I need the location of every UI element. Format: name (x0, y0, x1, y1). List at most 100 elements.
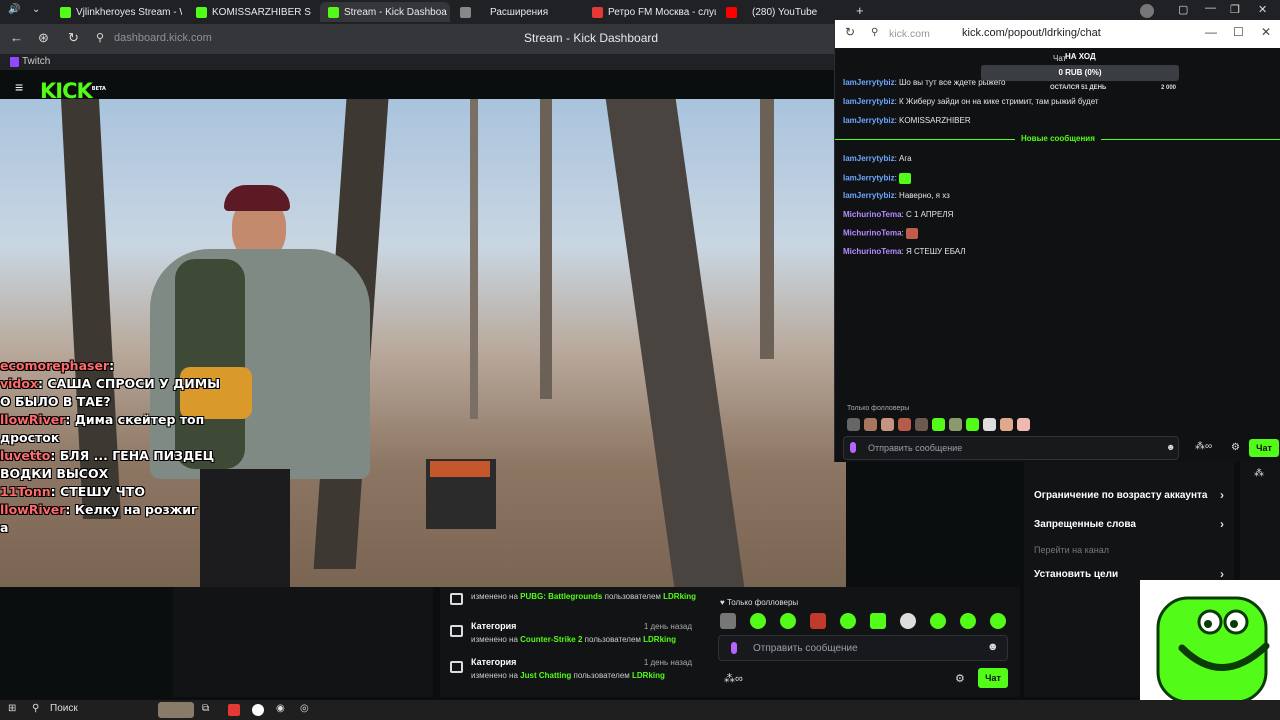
site-info-icon[interactable]: ⚲ (871, 27, 878, 38)
yandex-icon[interactable] (228, 704, 240, 716)
chat-message-input[interactable]: Отправить сообщение ☻ (843, 436, 1179, 460)
tab-list-chevron-icon[interactable]: ⌄ (32, 4, 40, 15)
chat-emote-icon (905, 228, 918, 239)
overlay-chat-text: Дима скейтер топ (74, 412, 205, 427)
taskbar-search-label[interactable]: Поиск (50, 703, 78, 714)
emote-icon[interactable] (1017, 418, 1030, 431)
chat-username[interactable]: IamJerrytybiz (843, 174, 895, 183)
settings-menu-item[interactable]: Установить цели › (1034, 567, 1224, 581)
maximize-icon[interactable]: ☐ (1233, 25, 1244, 39)
url-field[interactable]: dashboard.kick.com (114, 32, 212, 44)
tab-4[interactable]: Расширения (452, 2, 582, 22)
send-chat-button[interactable]: Чат (1249, 439, 1279, 457)
emote-icon[interactable] (847, 418, 860, 431)
avatar[interactable] (1140, 4, 1154, 18)
emote-icon[interactable] (864, 418, 877, 431)
tab-1[interactable]: Vjlinkheroyes Stream - Wa (52, 2, 182, 22)
shield-icon[interactable]: ⊛ (38, 30, 49, 46)
new-tab-icon[interactable]: + (856, 3, 864, 18)
tab-label: KOMISSARZHIBER S (212, 6, 311, 18)
emote-icon[interactable] (870, 613, 886, 629)
tab-5[interactable]: Ретро FM Москва - слуша (584, 2, 716, 22)
points-icon[interactable]: ⁂∞ (1195, 441, 1212, 452)
send-chat-button[interactable]: Чат (978, 668, 1008, 688)
tab-3-active[interactable]: Stream - Kick Dashboa ✕ (320, 2, 450, 22)
chat-message: MichurinoTema: (843, 228, 918, 239)
emote-icon[interactable] (932, 418, 945, 431)
activity-user[interactable]: LDRking (632, 671, 665, 680)
dashboard-chat-input[interactable]: Отправить сообщение ☻ (718, 635, 1008, 661)
emote-icon[interactable] (966, 418, 979, 431)
chat-username[interactable]: IamJerrytybiz (843, 154, 895, 163)
points-icon[interactable]: ⁂ (1254, 468, 1264, 479)
task-view-icon[interactable]: ⧉ (202, 703, 209, 714)
emote-icon[interactable] (881, 418, 894, 431)
reload-icon[interactable]: ↻ (845, 25, 855, 39)
news-widget-icon[interactable] (158, 702, 194, 718)
chat-username[interactable]: IamJerrytybiz (843, 78, 895, 87)
overlay-chat-text: САША СПРОСИ У ДИМЫ (47, 376, 221, 391)
chat-username[interactable]: IamJerrytybiz (843, 191, 895, 200)
emote-icon[interactable] (720, 613, 736, 629)
activity-user[interactable]: LDRking (663, 592, 696, 601)
emote-icon[interactable] (780, 613, 796, 629)
maximize-icon[interactable]: ❐ (1230, 3, 1240, 16)
minimize-icon[interactable]: — (1205, 25, 1217, 39)
gear-icon[interactable]: ⚙ (955, 672, 965, 685)
browser-icon[interactable] (252, 704, 264, 716)
chat-username[interactable]: MichurinoTema (843, 229, 902, 238)
tab-6[interactable]: (280) YouTube (718, 2, 838, 22)
minimize-icon[interactable]: — (1205, 2, 1216, 14)
hamburger-menu-icon[interactable]: ≡ (15, 80, 23, 94)
back-icon[interactable]: ← (10, 30, 23, 45)
settings-menu-item[interactable]: Ограничение по возрасту аккаунта › (1034, 488, 1224, 502)
emote-icon[interactable] (750, 613, 766, 629)
settings-menu-item[interactable]: Запрещенные слова › (1034, 517, 1224, 531)
activity-category[interactable]: Just Chatting (520, 671, 571, 680)
chat-username[interactable]: MichurinoTema (843, 247, 902, 256)
emoji-icon[interactable]: ☻ (987, 641, 999, 653)
site-info-icon[interactable]: ⚲ (96, 31, 104, 44)
emote-icon[interactable] (915, 418, 928, 431)
emote-icon[interactable] (810, 613, 826, 629)
overlay-chat-line: llowRiver: Келку на розжиг (0, 501, 230, 519)
emote-icon[interactable] (898, 418, 911, 431)
overlay-chat-text: О БЫЛО В ТАЕ? (0, 394, 111, 409)
bookmark-twitch[interactable]: Twitch (22, 56, 50, 67)
chat-username[interactable]: MichurinoTema (843, 210, 902, 219)
emote-icon[interactable] (900, 613, 916, 629)
popout-url-field[interactable]: kick.com/popout/ldrking/chat (962, 27, 1101, 39)
close-icon[interactable]: ✕ (1258, 3, 1267, 16)
search-icon[interactable]: ⚲ (32, 703, 39, 714)
emote-icon[interactable] (840, 613, 856, 629)
stream-video[interactable]: ecomorephaser: vidox: САША СПРОСИ У ДИМЫ… (0, 99, 846, 587)
youtube-favicon-icon (726, 6, 737, 18)
points-icon[interactable]: ⁂∞ (724, 672, 743, 685)
emote-icon[interactable] (949, 418, 962, 431)
overlay-chat-text: Келку на розжиг (74, 502, 198, 517)
close-icon[interactable]: ✕ (1261, 25, 1271, 39)
chat-username[interactable]: IamJerrytybiz (843, 97, 895, 106)
steam-icon[interactable]: ◉ (276, 703, 285, 714)
audio-icon[interactable]: 🔊 (8, 4, 20, 15)
emote-icon[interactable] (960, 613, 976, 629)
gear-icon[interactable]: ⚙ (1231, 442, 1240, 453)
emoji-icon[interactable]: ☻ (1166, 442, 1175, 452)
settings-menu-item[interactable]: Перейти на канал (1034, 545, 1224, 555)
emote-icon[interactable] (930, 613, 946, 629)
obs-icon[interactable]: ◎ (300, 703, 309, 714)
reload-icon[interactable]: ↻ (68, 30, 79, 46)
emote-icon[interactable] (1000, 418, 1013, 431)
bookmark-icon[interactable]: ▢ (1178, 3, 1188, 16)
emote-bar (847, 418, 1030, 431)
emote-icon[interactable] (990, 613, 1006, 629)
chat-username[interactable]: IamJerrytybiz (843, 116, 895, 125)
windows-start-icon[interactable]: ⊞ (8, 703, 16, 714)
overlay-chat-nick: ecomorephaser (0, 358, 110, 373)
activity-prefix: изменено на (471, 592, 518, 601)
activity-user[interactable]: LDRking (643, 635, 676, 644)
tab-2[interactable]: KOMISSARZHIBER S ✕ (188, 2, 316, 22)
emote-icon[interactable] (983, 418, 996, 431)
activity-category[interactable]: Counter-Strike 2 (520, 635, 582, 644)
activity-category[interactable]: PUBG: Battlegrounds (520, 592, 602, 601)
